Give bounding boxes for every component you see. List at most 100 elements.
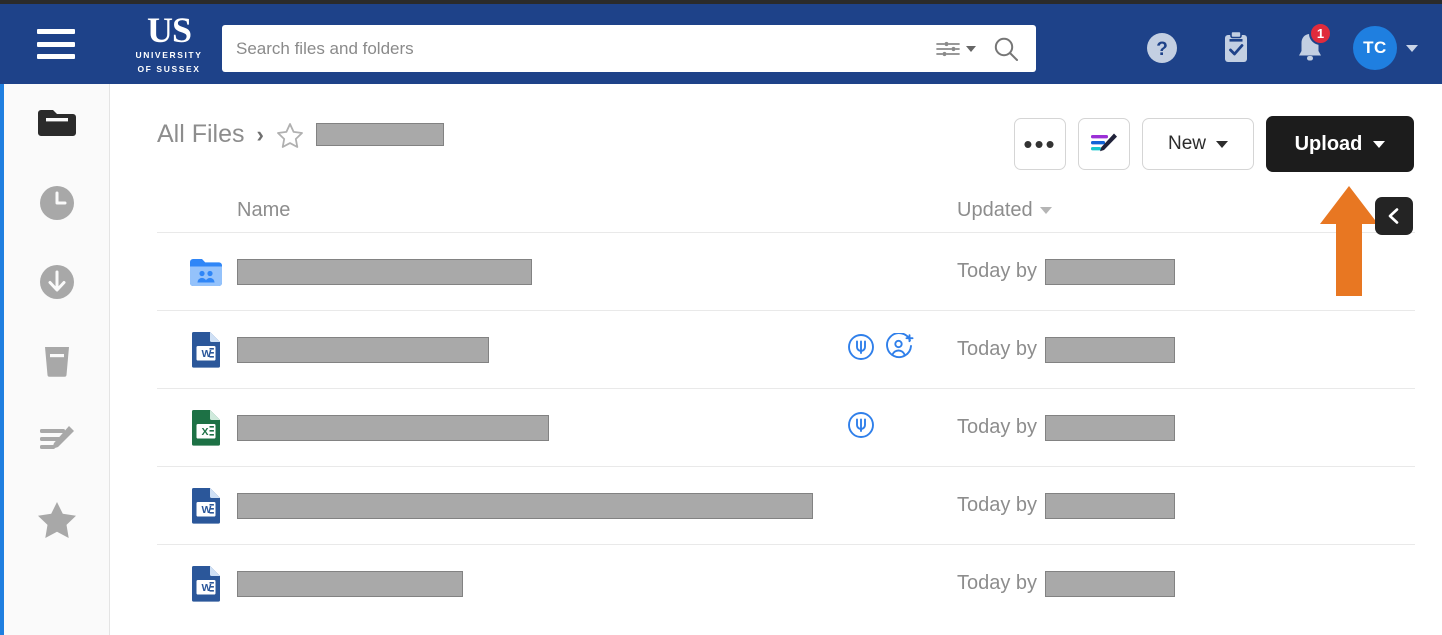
- column-header-updated-label: Updated: [957, 198, 1033, 221]
- file-name-redacted: [237, 258, 532, 285]
- new-button-label: New: [1167, 133, 1206, 154]
- word-file-icon: W: [192, 565, 220, 602]
- search-filter-button[interactable]: [929, 38, 982, 60]
- updated-by-redacted: [1045, 414, 1176, 441]
- chevron-left-icon: [1388, 208, 1399, 224]
- file-name-redacted: [237, 570, 463, 597]
- table-row[interactable]: W Today by: [157, 466, 1415, 544]
- sidebar-item-trash[interactable]: [4, 321, 110, 400]
- star-icon: [38, 501, 76, 538]
- column-header-updated[interactable]: Updated: [957, 199, 1052, 222]
- row-badge-group: [847, 411, 875, 444]
- sort-chevron-down-icon: [1039, 206, 1052, 214]
- row-updated-cell: Today by: [957, 414, 1176, 441]
- updated-prefix: Today by: [957, 338, 1038, 360]
- updated-prefix: Today by: [957, 260, 1038, 282]
- breadcrumb-separator-icon: ›: [256, 121, 264, 147]
- add-collaborator-icon[interactable]: [885, 332, 915, 366]
- file-table: Name Updated Today by W Today by X Today…: [157, 188, 1415, 622]
- svg-text:X: X: [202, 426, 209, 438]
- note-edit-icon: [1091, 133, 1117, 152]
- breadcrumb-all-files[interactable]: All Files: [157, 120, 245, 149]
- svg-text:?: ?: [1156, 39, 1168, 60]
- excel-file-icon: X: [192, 409, 220, 446]
- help-icon: ?: [1147, 33, 1177, 63]
- svg-text:W: W: [202, 582, 212, 594]
- column-header-name: Name: [237, 198, 291, 221]
- hamburger-menu-icon[interactable]: [37, 29, 75, 59]
- row-file-icon: X: [189, 408, 223, 448]
- row-updated-cell: Today by: [957, 336, 1176, 363]
- svg-text:W: W: [202, 348, 212, 360]
- new-button[interactable]: New: [1142, 118, 1254, 170]
- table-row[interactable]: Today by: [157, 232, 1415, 310]
- star-outline-icon: [276, 122, 303, 148]
- sidebar-item-recents[interactable]: [4, 163, 110, 242]
- classification-lock-icon[interactable]: [847, 411, 875, 444]
- notes-button[interactable]: [1078, 118, 1130, 170]
- upload-button-label: Upload: [1294, 132, 1363, 155]
- file-name-redacted: [237, 336, 489, 363]
- file-manager-app: US UNIVERSITY OF SUSSEX Search files and…: [0, 0, 1442, 635]
- table-row[interactable]: W Today by: [157, 310, 1415, 388]
- logo-line-2: OF SUSSEX: [137, 64, 201, 74]
- svg-text:W: W: [202, 504, 212, 516]
- app-header: US UNIVERSITY OF SUSSEX Search files and…: [0, 4, 1442, 84]
- download-circle-icon: [40, 264, 74, 299]
- folder-icon: [38, 109, 76, 136]
- updated-by-redacted: [1045, 492, 1176, 519]
- row-updated-cell: Today by: [957, 492, 1176, 519]
- main-content: All Files › ••• New Upload Name Updated …: [111, 84, 1442, 635]
- logo-line-1: UNIVERSITY: [135, 50, 203, 60]
- breadcrumb-current-redacted: [315, 123, 444, 146]
- avatar: TC: [1353, 26, 1397, 70]
- table-body: Today by W Today by X Today by W Today b…: [157, 232, 1415, 622]
- updated-prefix: Today by: [957, 416, 1038, 438]
- clock-icon: [40, 185, 74, 220]
- upload-button[interactable]: Upload: [1266, 116, 1414, 172]
- sidebar-item-favorites[interactable]: [4, 479, 110, 558]
- university-logo[interactable]: US UNIVERSITY OF SUSSEX: [123, 10, 215, 75]
- user-menu-caret-icon: [1406, 44, 1418, 52]
- table-header-row: Name Updated: [157, 188, 1415, 232]
- notifications-button[interactable]: 1: [1273, 8, 1347, 88]
- search-submit-button[interactable]: [982, 35, 1036, 63]
- updated-by-redacted: [1045, 336, 1176, 363]
- row-updated-cell: Today by: [957, 570, 1176, 597]
- trash-icon: [45, 346, 69, 377]
- updated-prefix: Today by: [957, 572, 1038, 594]
- row-file-icon: W: [189, 486, 223, 526]
- row-file-icon: W: [189, 564, 223, 604]
- row-updated-cell: Today by: [957, 258, 1176, 285]
- logo-mark: US: [146, 10, 192, 50]
- classification-lock-icon[interactable]: [847, 333, 875, 366]
- table-row[interactable]: X Today by: [157, 388, 1415, 466]
- more-options-label: •••: [1023, 129, 1057, 159]
- help-button[interactable]: ?: [1125, 8, 1199, 88]
- sidebar-item-all-files[interactable]: [4, 84, 110, 163]
- collapse-panel-button[interactable]: [1375, 197, 1413, 235]
- updated-by-redacted: [1045, 570, 1176, 597]
- updated-prefix: Today by: [957, 494, 1038, 516]
- word-file-icon: W: [192, 331, 220, 368]
- table-row[interactable]: W Today by: [157, 544, 1415, 622]
- upload-caret-icon: [1373, 140, 1386, 148]
- clipboard-check-icon: [1225, 30, 1247, 62]
- file-name-redacted: [237, 414, 549, 441]
- tasks-button[interactable]: [1199, 8, 1273, 88]
- more-options-button[interactable]: •••: [1014, 118, 1066, 170]
- row-file-icon: [189, 252, 223, 292]
- sidebar-item-synced[interactable]: [4, 242, 110, 321]
- filter-sliders-icon: [936, 41, 960, 56]
- left-sidebar: [0, 84, 110, 635]
- word-file-icon: W: [192, 487, 220, 524]
- sidebar-item-notes[interactable]: [4, 400, 110, 479]
- user-menu[interactable]: TC: [1353, 26, 1418, 70]
- row-file-icon: W: [189, 330, 223, 370]
- row-badge-group: [847, 332, 915, 366]
- shared-folder-icon: [190, 258, 222, 286]
- notification-badge-count: 1: [1309, 22, 1332, 45]
- notes-pencil-icon: [40, 425, 74, 449]
- search-input[interactable]: [222, 38, 929, 59]
- filter-caret-icon: [966, 45, 976, 52]
